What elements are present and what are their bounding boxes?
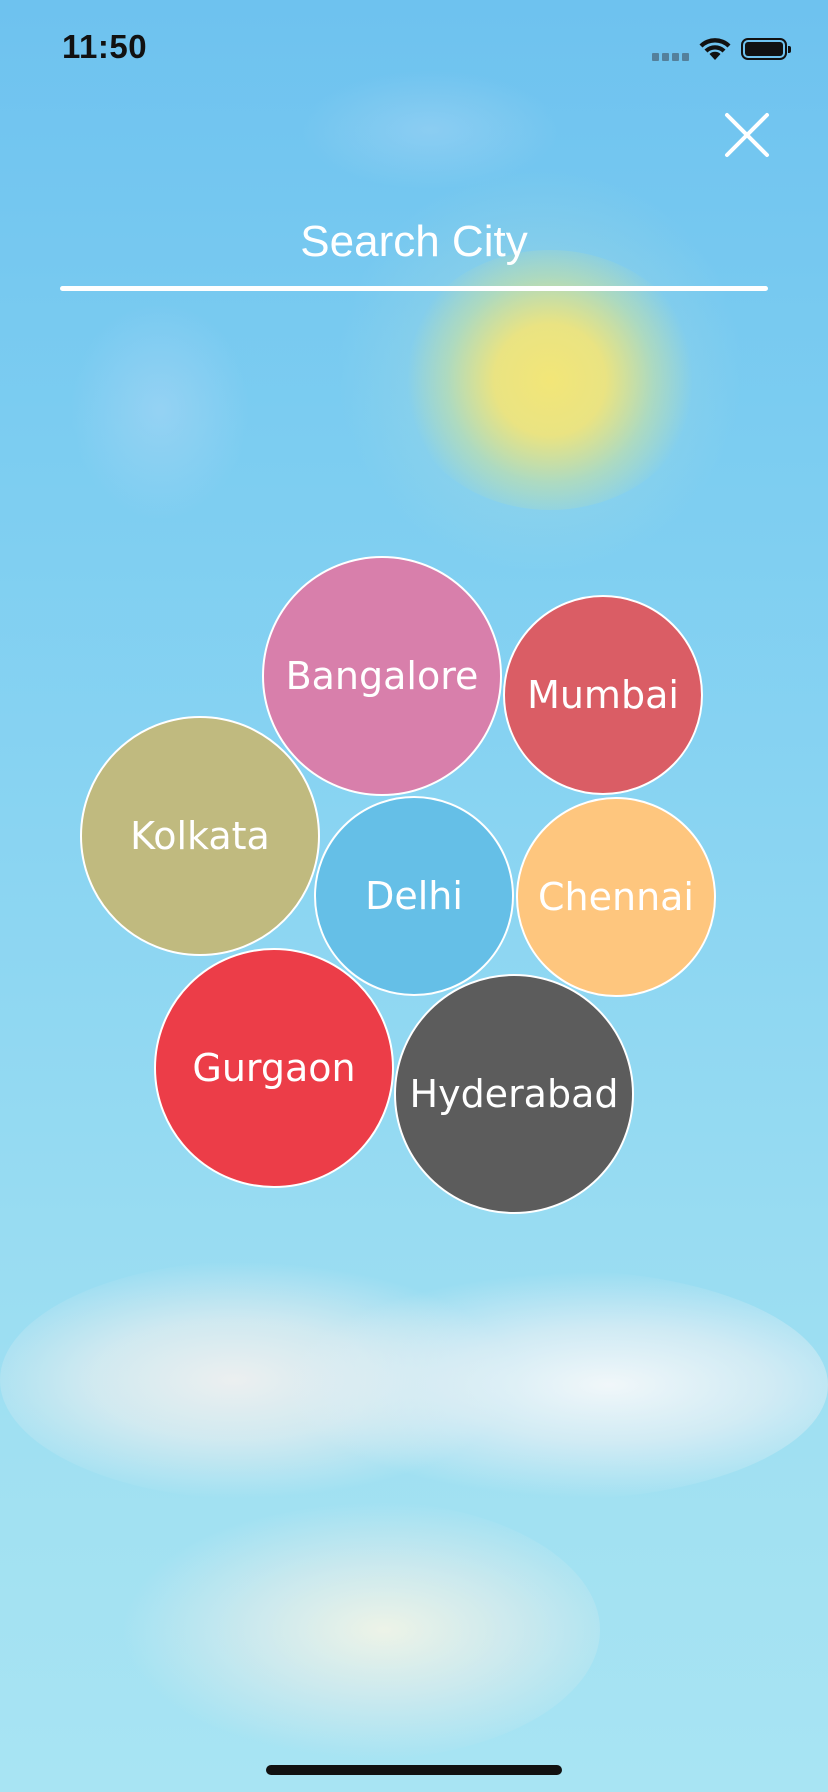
weather-city-picker-screen: 11:50 Bangalore Mumbai Kolkata Delhi Che…	[0, 0, 828, 1792]
close-icon[interactable]	[724, 112, 770, 158]
cellular-signal-icon	[652, 51, 690, 61]
sky-haze	[300, 70, 560, 190]
city-bubble-mumbai[interactable]: Mumbai	[503, 595, 703, 795]
city-bubble-label: Kolkata	[130, 814, 270, 858]
city-bubble-label: Mumbai	[527, 673, 679, 717]
wifi-icon	[699, 38, 731, 60]
city-bubble-hyderabad[interactable]: Hyderabad	[394, 974, 634, 1214]
status-bar-time: 11:50	[62, 28, 148, 65]
search-city-input[interactable]	[60, 212, 768, 272]
battery-icon	[741, 38, 791, 60]
city-bubble-chennai[interactable]: Chennai	[516, 797, 716, 997]
city-bubble-gurgaon[interactable]: Gurgaon	[154, 948, 394, 1188]
city-bubble-label: Hyderabad	[409, 1072, 619, 1116]
home-indicator[interactable]	[266, 1765, 562, 1775]
sky-haze	[70, 300, 250, 520]
city-bubble-label: Delhi	[365, 874, 463, 918]
city-bubble-label: Bangalore	[285, 654, 479, 698]
cloud-icon	[0, 1260, 520, 1500]
city-bubble-bangalore[interactable]: Bangalore	[262, 556, 502, 796]
cloud-icon	[120, 1500, 600, 1760]
cloud-icon	[280, 1270, 828, 1500]
search-underline	[60, 286, 768, 291]
city-bubble-label: Chennai	[537, 875, 694, 919]
city-bubble-kolkata[interactable]: Kolkata	[80, 716, 320, 956]
city-bubble-delhi[interactable]: Delhi	[314, 796, 514, 996]
city-bubble-label: Gurgaon	[192, 1046, 356, 1090]
